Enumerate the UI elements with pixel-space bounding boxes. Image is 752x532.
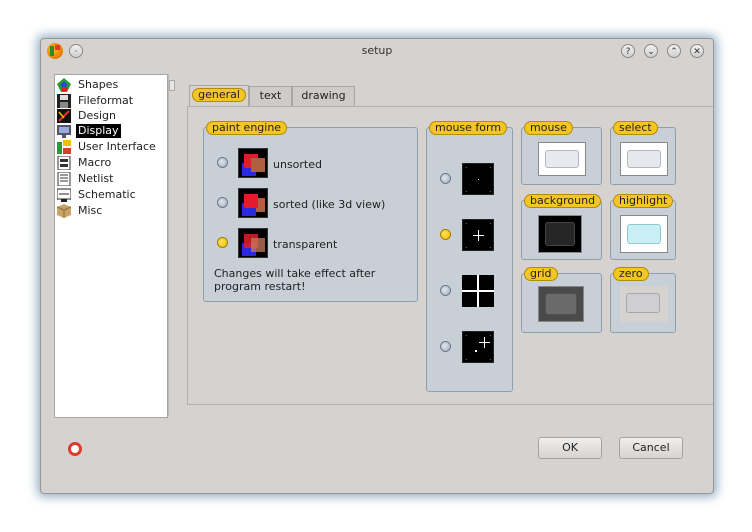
tab-general[interactable]: general [189,85,249,107]
floppy-disk-icon [57,94,71,108]
window-title: setup [361,44,393,57]
highlight-color-button[interactable] [620,215,668,253]
grid-color-group: grid [521,267,602,333]
help-lifebuoy-icon[interactable] [68,442,82,456]
paint-engine-sorted-radio[interactable] [217,197,228,208]
sidebar-item-label: User Interface [78,140,156,153]
package-icon [56,204,72,218]
sidebar-item-fileformat[interactable]: Fileformat [57,93,135,109]
paint-engine-transparent-radio[interactable] [217,237,228,248]
sidebar-item-label: Netlist [78,172,114,185]
zero-color-swatch [626,293,660,313]
sidebar-item-label: Shapes [78,78,119,91]
close-button[interactable]: ✕ [690,44,704,58]
paint-engine-unsorted-radio[interactable] [217,157,228,168]
background-color-swatch [545,222,575,246]
select-color-label: select [613,121,658,135]
monitor-icon [57,124,71,138]
cross-arrow-cursor-icon [462,331,494,363]
title-bar: · setup ? ⌄ ⌃ ✕ [41,39,713,63]
minimize-button[interactable]: ⌄ [644,44,658,58]
help-button[interactable]: ? [621,44,635,58]
tab-label: drawing [301,89,346,102]
mouse-form-small-cross-radio[interactable] [440,229,451,240]
background-color-label: background [524,194,602,208]
mouse-form-big-cross-radio[interactable] [440,285,451,296]
background-color-group: background [521,194,602,260]
mouse-color-button[interactable] [538,142,586,176]
setup-window: · setup ? ⌄ ⌃ ✕ Shapes Fileformat Design [40,38,714,494]
mouse-form-label: mouse form [429,121,508,135]
sidebar-item-shapes[interactable]: Shapes [57,77,120,93]
grid-color-label: grid [524,267,558,281]
sidebar-item-label: Schematic [78,188,136,201]
paint-engine-label: paint engine [206,121,288,135]
ok-button[interactable]: OK [538,437,602,459]
sidebar-item-schematic[interactable]: Schematic [56,187,138,203]
restart-note: Changes will take effect after program r… [214,267,376,293]
mouse-color-label: mouse [524,121,573,135]
zero-color-label: zero [613,267,649,281]
grid-color-button[interactable] [538,286,584,322]
highlight-color-group: highlight [610,194,676,260]
paint-engine-sorted-label[interactable]: sorted (like 3d view) [273,198,385,211]
tab-label: text [259,89,282,102]
sidebar-item-label: Misc [78,204,103,217]
general-tab-page: paint engine unsorted sorted (like 3d vi… [187,106,713,405]
select-color-swatch [627,150,661,168]
sidebar-item-label: Display [76,124,121,138]
tab-text[interactable]: text [249,86,292,106]
sidebar-item-netlist[interactable]: Netlist [57,171,115,187]
design-icon [57,109,71,123]
sidebar-item-design[interactable]: Design [57,108,118,124]
sidebar-item-user-interface[interactable]: User Interface [57,139,158,155]
splitter-handle[interactable] [168,74,175,416]
cancel-button[interactable]: Cancel [619,437,683,459]
mouse-color-group: mouse [521,121,602,185]
tab-label: general [192,88,246,102]
grid-color-swatch [545,293,577,315]
mouse-form-group: mouse form [426,121,513,392]
category-list[interactable]: Shapes Fileformat Design Display User In… [54,74,168,418]
sidebar-item-misc[interactable]: Misc [56,203,104,219]
select-color-button[interactable] [620,142,668,176]
shapes-icon [57,78,71,92]
select-color-group: select [610,121,676,185]
zero-color-group: zero [610,267,676,333]
tab-drawing[interactable]: drawing [292,86,355,106]
small-cross-cursor-icon [462,219,494,251]
sorted-preview-icon [238,188,268,218]
sidebar-item-label: Macro [78,156,112,169]
background-color-button[interactable] [538,215,582,253]
highlight-color-label: highlight [613,194,674,208]
zero-color-button[interactable] [620,286,668,322]
unsorted-preview-icon [238,148,268,178]
mouse-color-swatch [545,150,579,168]
paint-engine-transparent-label[interactable]: transparent [273,238,337,251]
paint-engine-unsorted-label[interactable]: unsorted [273,158,322,171]
netlist-icon [57,171,71,187]
sidebar-item-label: Design [78,109,116,122]
sidebar-item-label: Fileformat [78,94,134,107]
sidebar-item-macro[interactable]: Macro [57,155,113,171]
transparent-preview-icon [238,228,268,258]
mouse-form-dot-radio[interactable] [440,173,451,184]
dot-cursor-icon [462,163,494,195]
paint-engine-group: paint engine unsorted sorted (like 3d vi… [203,121,418,302]
sidebar-item-display[interactable]: Display [57,123,121,139]
schematic-icon [56,188,72,202]
macro-icon [57,155,71,171]
highlight-color-swatch [627,224,661,244]
user-interface-icon [57,140,71,154]
maximize-button[interactable]: ⌃ [667,44,681,58]
mouse-form-cross-arrow-radio[interactable] [440,341,451,352]
big-cross-cursor-icon [462,275,494,307]
